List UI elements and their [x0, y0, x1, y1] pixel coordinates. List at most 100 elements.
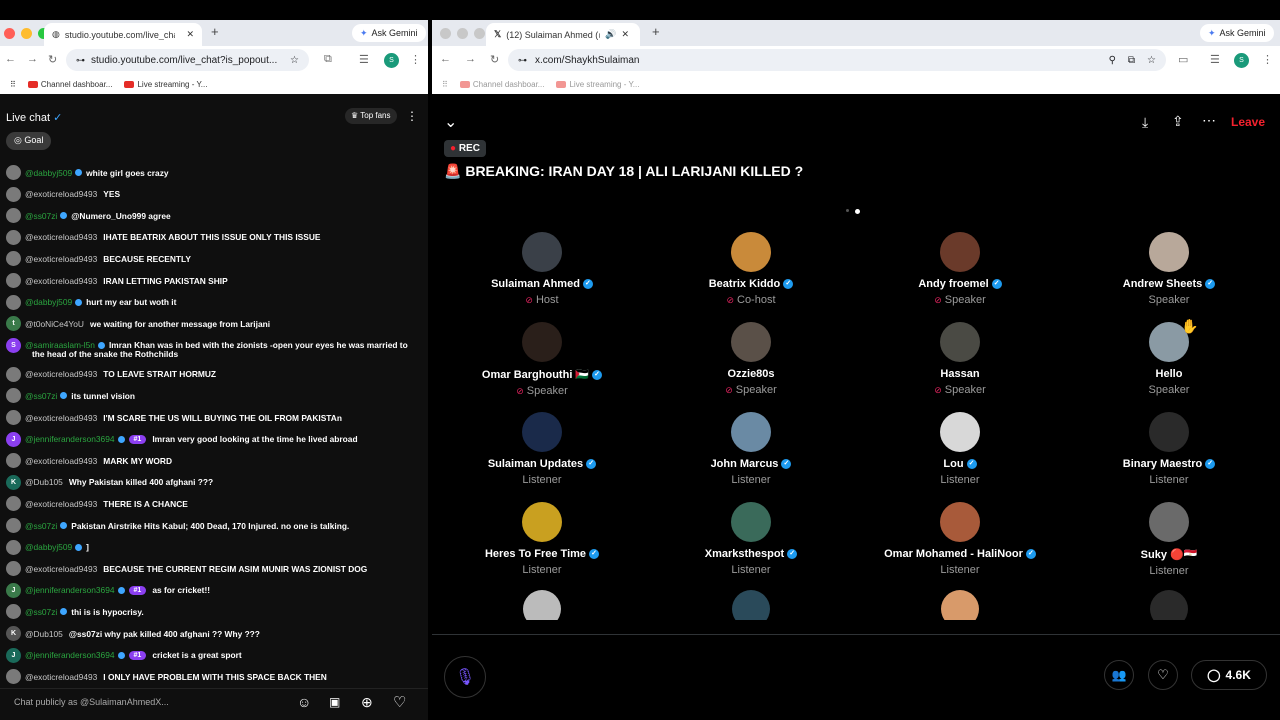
author-name[interactable]: @dabbyj509 — [25, 168, 72, 178]
cast-icon[interactable]: ⧉ — [324, 53, 332, 66]
close-window-button[interactable] — [4, 28, 15, 39]
chevron-down-icon[interactable]: ✓ — [53, 112, 62, 124]
avatar[interactable] — [731, 322, 771, 362]
people-button[interactable]: 👥 — [1104, 660, 1134, 690]
reactions-button[interactable]: ♡ — [1148, 660, 1178, 690]
speaker-card[interactable]: Lou ✓ Listener — [860, 412, 1060, 486]
author-name[interactable]: @jenniferanderson3694 — [25, 650, 115, 660]
close-tab-icon[interactable]: ✕ — [186, 29, 194, 40]
author-name[interactable]: @ss07zi — [25, 607, 57, 617]
add-icon[interactable]: ⊕ — [361, 694, 373, 711]
avatar[interactable] — [940, 322, 980, 362]
heart-icon[interactable]: ♡ — [393, 693, 406, 711]
avatar[interactable]: t — [6, 316, 21, 332]
collapse-chevron-icon[interactable]: ⌄ — [444, 112, 457, 132]
profile-avatar[interactable]: S — [1234, 53, 1249, 68]
avatar[interactable] — [6, 229, 21, 245]
new-tab-button[interactable]: + — [652, 24, 660, 39]
reload-icon[interactable]: ↻ — [490, 53, 499, 66]
avatar[interactable] — [522, 232, 562, 272]
author-name[interactable]: @exoticreload9493 — [25, 499, 97, 509]
avatar[interactable]: J — [6, 431, 21, 447]
minimize-window-button[interactable] — [21, 28, 32, 39]
close-tab-icon[interactable]: ✕ — [621, 29, 629, 40]
avatar[interactable] — [522, 502, 562, 542]
back-icon[interactable]: ← — [440, 53, 451, 65]
bookmark-star-icon[interactable]: ☆ — [1147, 55, 1156, 66]
avatar[interactable]: J — [6, 582, 21, 598]
more-icon[interactable]: ⋯ — [1202, 112, 1216, 129]
avatar[interactable]: S — [6, 337, 21, 353]
avatar[interactable] — [732, 590, 770, 620]
avatar[interactable]: K — [6, 474, 21, 490]
bookmark-item[interactable]: Live streaming - Y... — [556, 80, 639, 89]
author-name[interactable]: @dabbyj509 — [25, 297, 72, 307]
avatar[interactable] — [1150, 590, 1188, 620]
speaker-card[interactable]: Omar Barghouthi 🇵🇸 ✓ ⊘ Speaker — [442, 322, 642, 397]
avatar[interactable] — [6, 539, 21, 555]
ask-gemini-button[interactable]: ✦ Ask Gemini — [352, 24, 426, 42]
avatar[interactable] — [6, 561, 21, 577]
speaker-card[interactable]: ✋ Hello Speaker — [1069, 318, 1269, 396]
author-name[interactable]: @ss07zi — [25, 521, 57, 531]
speaker-card[interactable]: Binary Maestro ✓ Listener — [1069, 412, 1269, 486]
author-name[interactable]: @Dub105 — [25, 477, 63, 487]
comments-button[interactable]: ◯ 4.6K — [1191, 660, 1267, 690]
avatar[interactable] — [6, 366, 21, 382]
speaker-card[interactable]: Beatrix Kiddo ✓ ⊘ Co-host — [651, 232, 851, 306]
avatar[interactable] — [940, 232, 980, 272]
avatar[interactable] — [6, 453, 21, 469]
avatar[interactable] — [6, 496, 21, 512]
speaker-card[interactable]: Hassan ⊘ Speaker — [860, 322, 1060, 396]
super-chat-icon[interactable]: ▣ — [329, 695, 340, 709]
chat-input[interactable]: Chat publicly as @SulaimanAhmedX... — [14, 697, 169, 707]
leave-button[interactable]: Leave — [1231, 115, 1265, 129]
avatar[interactable] — [940, 502, 980, 542]
url-field[interactable]: ⊶ x.com/ShaykhSulaiman ⚲ ⧉ ☆ — [508, 49, 1166, 71]
author-name[interactable]: @ss07zi — [25, 211, 57, 221]
extensions-icon[interactable]: ☰ — [359, 53, 369, 66]
tab-x[interactable]: 𝕏 (12) Sulaiman Ahmed (@S 🔊 ✕ — [486, 23, 640, 46]
speaker-card[interactable]: Heres To Free Time ✓ Listener — [442, 502, 642, 576]
avatar[interactable] — [6, 294, 21, 310]
avatar[interactable]: J — [6, 647, 21, 663]
page-dot[interactable] — [846, 209, 849, 212]
profile-avatar[interactable]: S — [384, 53, 399, 68]
page-dot-active[interactable] — [855, 209, 860, 214]
forward-icon[interactable]: → — [465, 53, 476, 65]
bookmark-item[interactable]: Live streaming - Y... — [124, 80, 207, 89]
avatar[interactable] — [731, 412, 771, 452]
forward-icon[interactable]: → — [27, 53, 38, 65]
close-window-button[interactable] — [440, 28, 451, 39]
sidepanel-icon[interactable]: ▭ — [1178, 53, 1188, 66]
avatar[interactable] — [6, 251, 21, 267]
top-fans-button[interactable]: ♛ Top fans — [345, 108, 397, 124]
avatar[interactable]: K — [6, 626, 21, 641]
avatar[interactable] — [731, 502, 771, 542]
speaker-card[interactable]: Xmarksthespot ✓ Listener — [651, 502, 851, 576]
avatar[interactable] — [1149, 412, 1189, 452]
bookmark-item[interactable]: Channel dashboar... — [459, 80, 544, 89]
speaker-card[interactable]: Andrew Sheets ✓ Speaker — [1069, 232, 1269, 306]
author-name[interactable]: @exoticreload9493 — [25, 276, 97, 286]
author-name[interactable]: @exoticreload9493 — [25, 413, 97, 423]
emoji-icon[interactable]: ☺ — [297, 694, 311, 710]
avatar[interactable] — [6, 388, 21, 404]
new-tab-button[interactable]: + — [211, 24, 219, 39]
avatar[interactable] — [522, 322, 562, 362]
avatar[interactable] — [1149, 502, 1189, 542]
avatar[interactable] — [523, 590, 561, 620]
avatar[interactable] — [6, 410, 21, 425]
kebab-menu-icon[interactable]: ⋮ — [1262, 53, 1273, 66]
mic-button[interactable]: 🎙 — [444, 656, 486, 698]
speaker-card[interactable]: Suky 🔴🇪🇬 Listener — [1069, 502, 1269, 577]
speaker-card[interactable]: Andy froemel ✓ ⊘ Speaker — [860, 232, 1060, 306]
avatar[interactable] — [6, 604, 21, 620]
avatar[interactable] — [6, 669, 21, 685]
avatar[interactable] — [941, 590, 979, 620]
avatar[interactable] — [6, 186, 21, 202]
url-field[interactable]: ⊶ studio.youtube.com/live_chat?is_popout… — [66, 49, 309, 71]
maximize-window-button[interactable] — [474, 28, 485, 39]
author-name[interactable]: @exoticreload9493 — [25, 189, 97, 199]
reload-icon[interactable]: ↻ — [48, 53, 57, 66]
